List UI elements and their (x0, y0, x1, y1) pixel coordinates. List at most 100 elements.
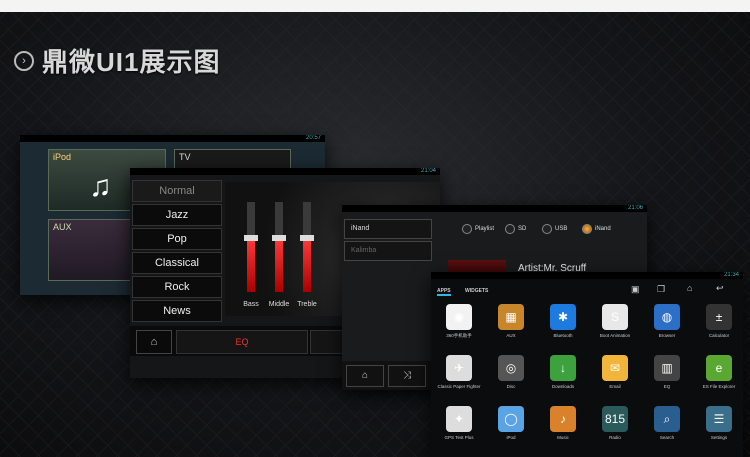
app-label: Search (659, 435, 675, 440)
page-title: 鼎微UI1展示图 (42, 47, 221, 77)
status-time: 21:06 (627, 205, 643, 211)
page-heading: › 鼎微UI1展示图 (14, 42, 220, 79)
source-label: iNand (595, 226, 611, 232)
app-downloads[interactable]: ↓ Downloads (537, 355, 589, 389)
radio-icon: 815 (602, 406, 628, 432)
app-aux[interactable]: ▦ AUX (485, 304, 537, 338)
aux-icon: ▦ (498, 304, 524, 330)
file-explorer-icon: e (706, 355, 732, 381)
app-settings[interactable]: ☰ Settings (693, 406, 743, 440)
app-es-file-explorer[interactable]: e ES File Explorer (693, 355, 743, 389)
eq-preset-pop[interactable]: Pop (132, 228, 222, 250)
eq-preset-normal[interactable]: Normal (132, 180, 222, 202)
app-calculator[interactable]: ± Calculator (693, 304, 743, 338)
app-gps-test-plus[interactable]: ✦ GPS Test Plus (433, 406, 485, 440)
eq-preset-list: Normal Jazz Pop Classical Rock News (132, 178, 222, 324)
app-label: ES File Explorer (702, 384, 736, 389)
boot-animation-icon: S (602, 304, 628, 330)
status-bar: 21:34 (431, 272, 743, 279)
app-label: Bluetooth (553, 333, 573, 338)
app-boot-animation[interactable]: S Boot Animation (589, 304, 641, 338)
back-icon[interactable]: ↩ (716, 283, 724, 294)
tile-label: TV (179, 152, 191, 162)
app-classic-paper-fighter[interactable]: ✈ Classic Paper Fighter (433, 355, 485, 389)
browser-icon: ◍ (654, 304, 680, 330)
home-icon[interactable]: ⌂ (687, 283, 692, 293)
radio-dot-icon (582, 224, 592, 234)
tab-apps[interactable]: APPS (437, 288, 451, 296)
app-bluetooth[interactable]: ✱ Bluetooth (537, 304, 589, 338)
list-item[interactable]: Kalimba (344, 241, 432, 261)
recent-apps-icon[interactable]: ❐ (657, 284, 665, 295)
eq-preset-classical[interactable]: Classical (132, 252, 222, 274)
eq-slider-treble[interactable] (300, 202, 314, 292)
app-label: iPod (506, 435, 516, 440)
app-label: Radio (609, 435, 621, 440)
status-bar: 21:06 (342, 205, 647, 212)
chevron-right-icon: › (14, 50, 34, 71)
app-eq[interactable]: ▥ EQ (641, 355, 693, 389)
radio-dot-icon (505, 224, 515, 234)
paper-fighter-icon: ✈ (446, 355, 472, 381)
band-label: Treble (297, 301, 317, 308)
app-label: Disc (506, 384, 516, 389)
home-icon[interactable]: ⌂ (346, 365, 384, 387)
app-browser[interactable]: ◍ Browser (641, 304, 693, 338)
calculator-icon: ± (706, 304, 732, 330)
email-icon: ✉ (602, 355, 628, 381)
eq-icon: ▥ (654, 355, 680, 381)
assistant-icon: ◉ (446, 304, 472, 330)
tile-label: iPod (53, 152, 72, 162)
media-list: iNand Kalimba (344, 219, 432, 263)
source-usb[interactable]: USB (542, 224, 567, 234)
app-search[interactable]: ⌕ Search (641, 406, 693, 440)
music-icon: ♪ (550, 406, 576, 432)
radio-dot-icon (542, 224, 552, 234)
status-time: 21:04 (420, 168, 436, 174)
top-strip (0, 0, 750, 12)
app-radio[interactable]: 815 Radio (589, 406, 641, 440)
source-label: SD (518, 226, 527, 232)
tab-widgets[interactable]: WIDGETS (465, 288, 488, 294)
app-email[interactable]: ✉ Email (589, 355, 641, 389)
downloads-icon: ↓ (550, 355, 576, 381)
app-disc[interactable]: ◎ Disc (485, 355, 537, 389)
settings-icon: ☰ (706, 406, 732, 432)
source-inand[interactable]: iNand (582, 224, 611, 234)
status-bar: 21:04 (130, 168, 440, 175)
app-label: GPS Test Plus (444, 435, 474, 440)
app-label: AUX (506, 333, 516, 338)
app-label: EQ (663, 384, 671, 389)
gps-icon: ✦ (446, 406, 472, 432)
search-icon: ⌕ (654, 406, 680, 432)
shuffle-icon[interactable]: ⤨ (388, 365, 426, 387)
eq-tab-button[interactable]: EQ (176, 330, 308, 354)
store-icon[interactable]: ▣ (631, 284, 640, 295)
home-icon[interactable]: ⌂ (136, 330, 172, 354)
app-label: Browser (658, 333, 676, 338)
music-note-icon: ♫ (89, 170, 112, 203)
app-label: Calculator (708, 333, 730, 338)
app-360[interactable]: ◉ 360手机助手 (433, 304, 485, 339)
app-label: Downloads (551, 384, 575, 389)
eq-slider-middle[interactable] (272, 202, 286, 292)
app-music[interactable]: ♪ Music (537, 406, 589, 440)
disc-icon: ◎ (498, 355, 524, 381)
eq-preset-news[interactable]: News (132, 300, 222, 322)
source-sd[interactable]: SD (505, 224, 526, 234)
source-label: USB (555, 226, 568, 232)
ipod-icon: ◯ (498, 406, 524, 432)
list-item[interactable]: iNand (344, 219, 432, 239)
source-playlist[interactable]: Playlist (462, 224, 494, 234)
app-label: 360手机助手 (446, 333, 472, 338)
eq-preset-jazz[interactable]: Jazz (132, 204, 222, 226)
app-label: Boot Animation (599, 333, 631, 338)
status-time: 20:57 (305, 135, 321, 141)
app-ipod[interactable]: ◯ iPod (485, 406, 537, 440)
source-label: Playlist (475, 226, 495, 232)
bluetooth-icon: ✱ (550, 304, 576, 330)
eq-preset-rock[interactable]: Rock (132, 276, 222, 298)
status-bar: 20:57 (20, 135, 325, 142)
eq-slider-bass[interactable] (244, 202, 258, 292)
app-label: Email (609, 384, 621, 389)
